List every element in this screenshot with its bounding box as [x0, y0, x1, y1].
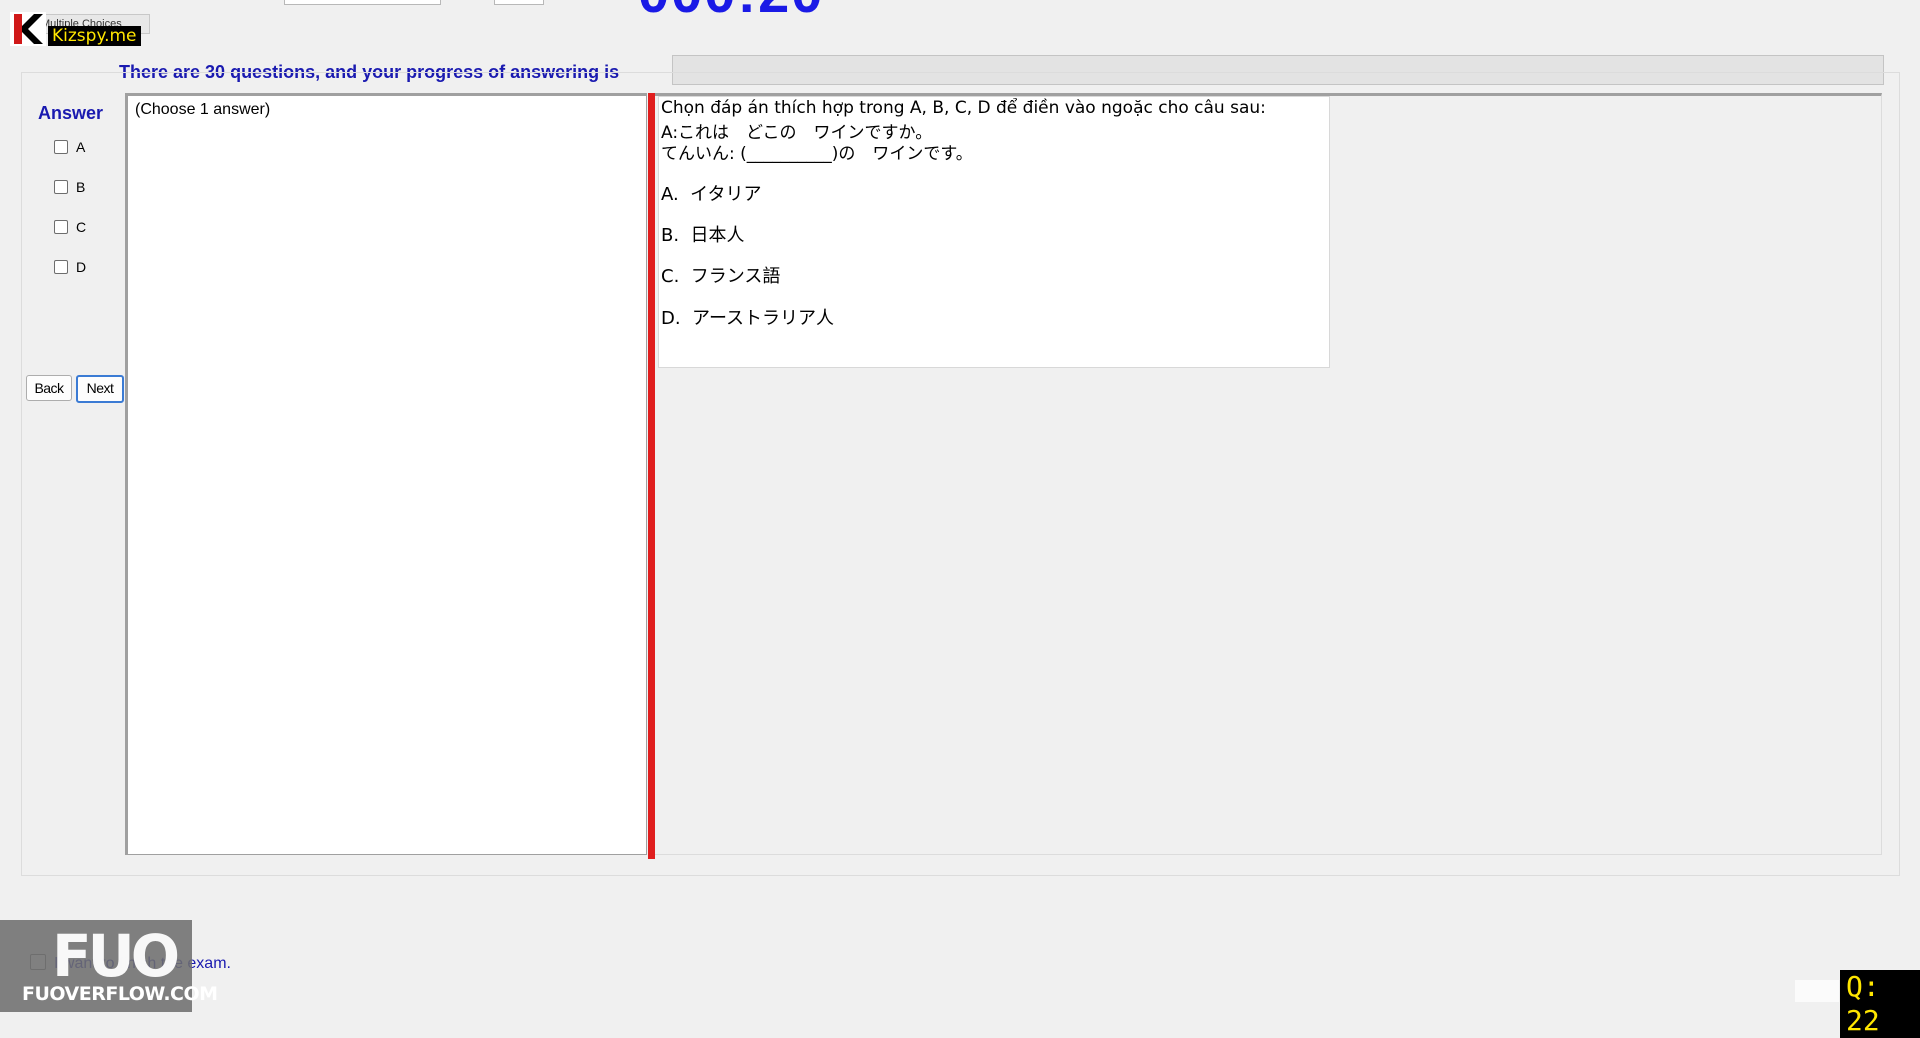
kizspy-watermark: Kizspy.me — [48, 26, 141, 46]
answer-checkbox-c[interactable] — [54, 220, 68, 234]
status-field — [1795, 980, 1839, 1002]
question-option-c: C. フランス語 — [661, 266, 781, 287]
fuo-watermark-logo: FUO — [52, 922, 180, 990]
question-instruction: Chọn đáp án thích hợp trong A, B, C, D đ… — [661, 98, 1266, 118]
answer-option-a[interactable]: A — [54, 136, 85, 158]
answer-hint-panel — [125, 93, 647, 855]
answer-title: Answer — [38, 103, 104, 123]
top-combo-1[interactable] — [284, 0, 441, 5]
question-option-a: A. イタリア — [661, 184, 762, 205]
answer-option-b[interactable]: B — [54, 176, 85, 198]
question-option-b: B. 日本人 — [661, 225, 745, 246]
choose-hint: (Choose 1 answer) — [135, 101, 271, 118]
answer-option-d[interactable]: D — [54, 256, 86, 278]
answer-option-label: B — [76, 179, 86, 195]
fuo-watermark-text: FUOVERFLOW.COM — [22, 983, 218, 1005]
answer-checkbox-a[interactable] — [54, 140, 68, 154]
answer-option-label: A — [76, 139, 86, 155]
back-button[interactable]: Back — [26, 375, 72, 401]
question-line-2: てんいん: (__________)の ワインです。 — [661, 144, 973, 164]
top-combo-2[interactable] — [494, 0, 544, 5]
answer-checkbox-b[interactable] — [54, 180, 68, 194]
kizspy-logo-icon — [10, 12, 46, 46]
question-counter: Q: 22 — [1840, 970, 1920, 1038]
question-option-d: D. アーストラリア人 — [661, 308, 835, 329]
next-button[interactable]: Next — [76, 375, 124, 403]
answer-checkbox-d[interactable] — [54, 260, 68, 274]
answer-option-c[interactable]: C — [54, 216, 86, 238]
answer-option-label: D — [76, 259, 87, 275]
exam-timer: 000:20 — [638, 0, 824, 25]
answer-option-label: C — [76, 219, 87, 235]
panel-splitter[interactable] — [648, 93, 655, 859]
